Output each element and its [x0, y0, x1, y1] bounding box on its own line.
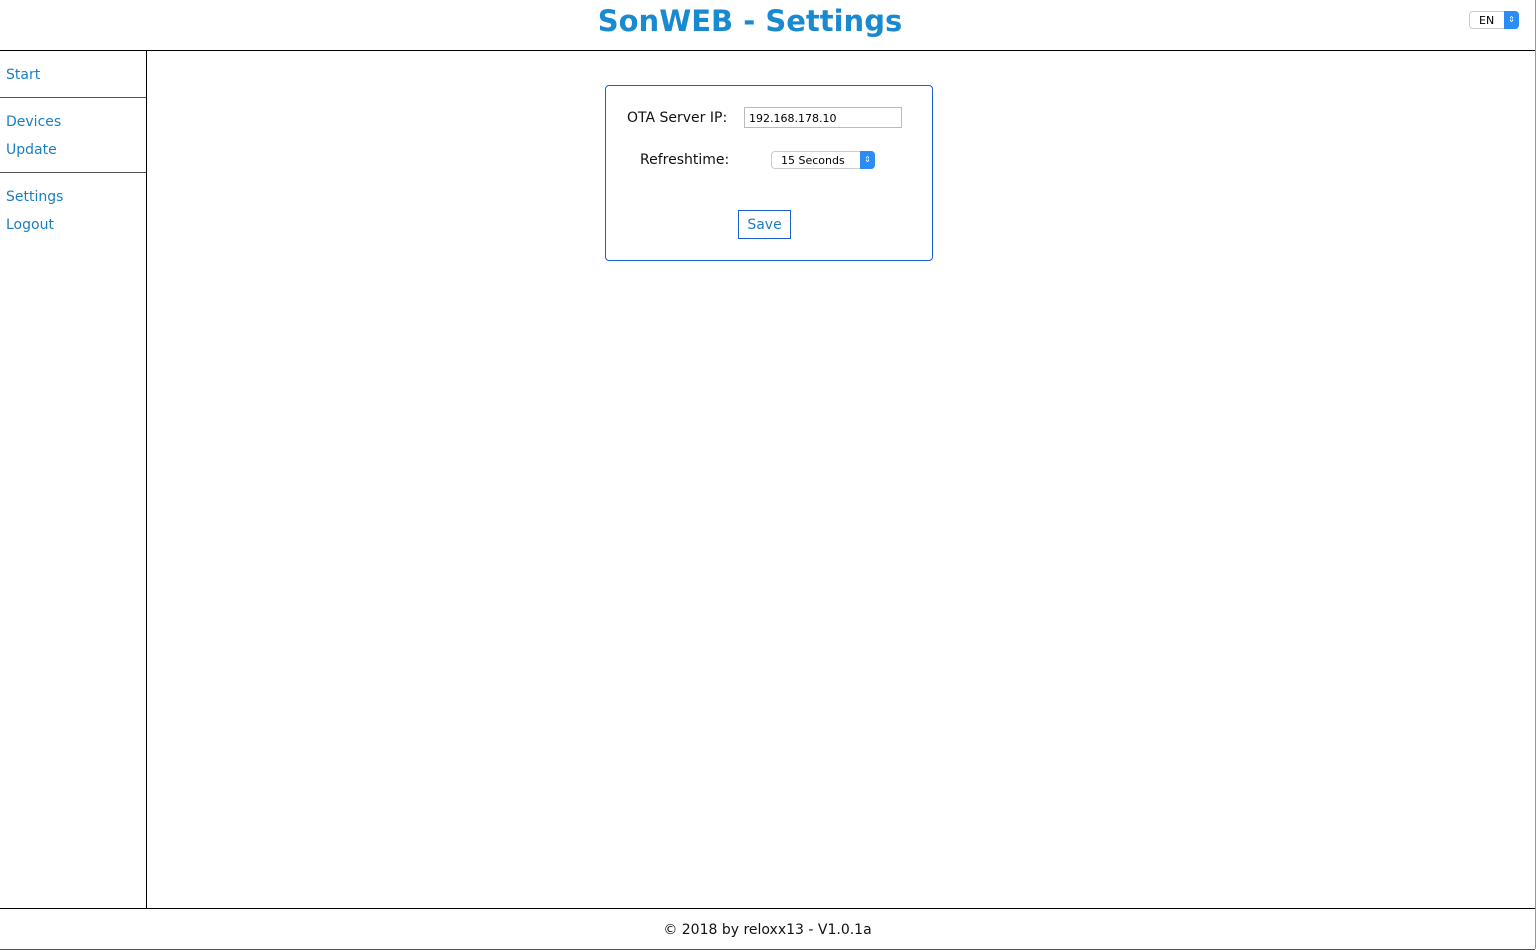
- sidebar-item-logout[interactable]: Logout: [0, 211, 146, 239]
- header: SonWEB - Settings EN ⇕: [0, 0, 1535, 51]
- footer: © 2018 by reloxx13 - V1.0.1a: [0, 908, 1535, 950]
- language-value: EN: [1479, 14, 1495, 27]
- settings-panel: OTA Server IP: 192.168.178.10 Refreshtim…: [605, 85, 933, 261]
- sidebar-group-account: Settings Logout: [0, 173, 146, 247]
- ota-server-ip-label: OTA Server IP:: [627, 110, 728, 126]
- sidebar-item-start[interactable]: Start: [0, 61, 146, 89]
- sidebar-item-update[interactable]: Update: [0, 136, 146, 164]
- select-arrows-icon: ⇕: [860, 151, 875, 169]
- language-select[interactable]: EN ⇕: [1469, 11, 1519, 29]
- refreshtime-label: Refreshtime:: [640, 152, 730, 168]
- refreshtime-value: 15 Seconds: [781, 154, 845, 167]
- sidebar-group-main: Start: [0, 51, 146, 98]
- sidebar: Start Devices Update Settings Logout: [0, 51, 147, 908]
- refreshtime-select[interactable]: 15 Seconds ⇕: [771, 151, 875, 169]
- sidebar-item-devices[interactable]: Devices: [0, 108, 146, 136]
- sidebar-item-settings[interactable]: Settings: [0, 183, 146, 211]
- page-title: SonWEB - Settings: [597, 4, 903, 38]
- sidebar-group-devices: Devices Update: [0, 98, 146, 173]
- select-arrows-icon: ⇕: [1504, 11, 1519, 29]
- save-button[interactable]: Save: [738, 210, 791, 239]
- window-edge: [1535, 0, 1536, 949]
- ota-server-ip-input[interactable]: 192.168.178.10: [744, 107, 902, 128]
